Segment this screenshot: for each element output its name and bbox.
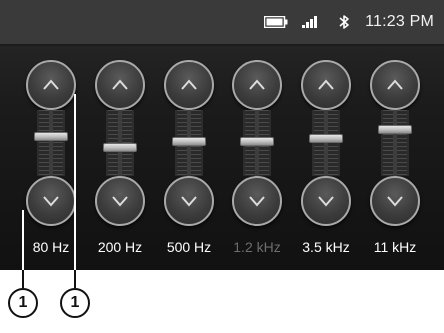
equalizer-screen: 11:23 PM 80 Hz 200 Hz 500 Hz 1.2 kHz 3.5… (0, 0, 444, 270)
signal-icon (297, 13, 323, 31)
chevron-up-icon (43, 79, 59, 90)
band-11khz-decrease-button[interactable] (370, 176, 420, 226)
chevron-up-icon (249, 79, 265, 90)
band-500hz: 500 Hz (156, 54, 222, 260)
band-1-2khz-decrease-button[interactable] (232, 176, 282, 226)
band-80hz-increase-button[interactable] (26, 60, 76, 110)
band-3-5khz-decrease-button[interactable] (301, 176, 351, 226)
band-11khz-label: 11 kHz (373, 239, 417, 255)
band-200hz-label: 200 Hz (97, 239, 143, 255)
chevron-down-icon (112, 196, 128, 207)
callout-badge-2: 1 (60, 288, 90, 318)
band-80hz-decrease-button[interactable] (26, 176, 76, 226)
band-500hz-slider-thumb[interactable] (172, 137, 206, 146)
annotation-leader-2 (74, 94, 76, 270)
chevron-down-icon (181, 196, 197, 207)
band-200hz-slider-thumb[interactable] (103, 143, 137, 152)
band-1-2khz-increase-button[interactable] (232, 60, 282, 110)
band-3-5khz: 3.5 kHz (293, 54, 359, 260)
status-right: 11:23 PM (263, 0, 434, 44)
band-11khz-slider-thumb[interactable] (378, 125, 412, 134)
status-bar: 11:23 PM (0, 0, 444, 46)
band-500hz-label: 500 Hz (166, 239, 212, 255)
band-3-5khz-slider-track[interactable] (312, 110, 340, 176)
callout-label-2: 1 (70, 294, 80, 311)
chevron-up-icon (181, 79, 197, 90)
band-3-5khz-label: 3.5 kHz (302, 239, 350, 255)
chevron-down-icon (249, 196, 265, 207)
annotation-leader-1 (22, 210, 24, 270)
callout-label-1: 1 (18, 294, 28, 311)
band-11khz-slider-track[interactable] (381, 110, 409, 176)
chevron-up-icon (387, 79, 403, 90)
chevron-up-icon (318, 79, 334, 90)
bluetooth-icon (331, 13, 357, 31)
callout-badge-1: 1 (8, 288, 38, 318)
callout-line-2 (74, 270, 76, 288)
band-500hz-decrease-button[interactable] (164, 176, 214, 226)
band-3-5khz-increase-button[interactable] (301, 60, 351, 110)
callout-line-1 (22, 270, 24, 288)
band-200hz: 200 Hz (87, 54, 153, 260)
chevron-down-icon (387, 196, 403, 207)
band-500hz-increase-button[interactable] (164, 60, 214, 110)
band-3-5khz-slider-thumb[interactable] (309, 134, 343, 143)
band-11khz: 11 kHz (362, 54, 428, 260)
chevron-down-icon (43, 196, 59, 207)
band-80hz-slider-thumb[interactable] (34, 132, 68, 141)
chevron-down-icon (318, 196, 334, 207)
band-11khz-increase-button[interactable] (370, 60, 420, 110)
band-200hz-decrease-button[interactable] (95, 176, 145, 226)
band-200hz-increase-button[interactable] (95, 60, 145, 110)
band-80hz-slider-track[interactable] (37, 110, 65, 176)
band-1-2khz-slider-thumb[interactable] (240, 137, 274, 146)
chevron-up-icon (112, 79, 128, 90)
band-1-2khz: 1.2 kHz (224, 54, 290, 260)
status-time: 11:23 PM (365, 13, 434, 30)
battery-icon (263, 13, 289, 31)
band-1-2khz-label: 1.2 kHz (233, 239, 281, 255)
